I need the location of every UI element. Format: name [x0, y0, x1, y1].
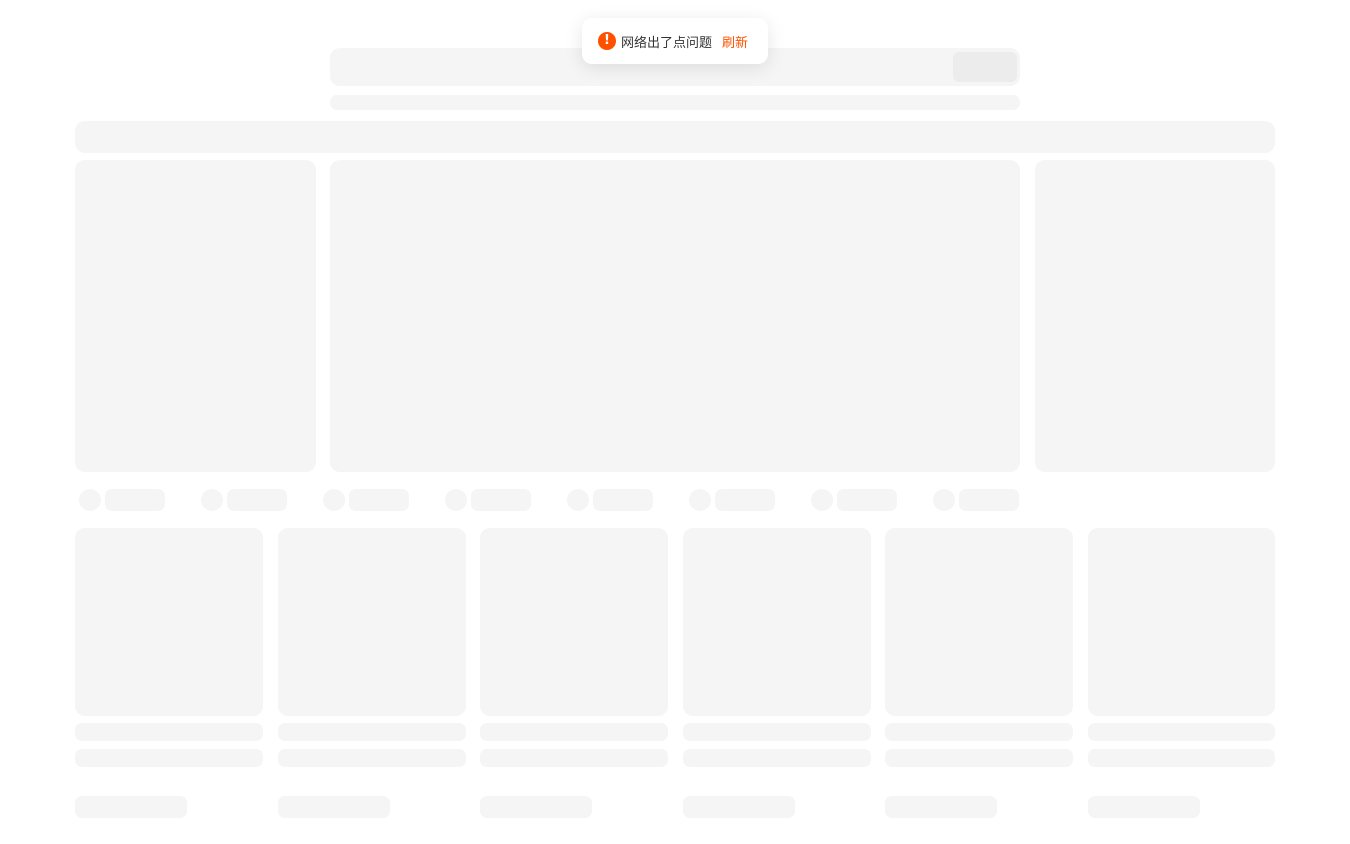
- product-image-skeleton: [278, 528, 466, 716]
- chip-icon-skeleton: [811, 489, 833, 511]
- product-image-skeleton: [885, 528, 1073, 716]
- chip-label-skeleton: [349, 489, 409, 511]
- category-panel-skeleton: [75, 160, 316, 472]
- user-panel-skeleton: [1035, 160, 1275, 472]
- page: ! 网络出了点问题 刷新: [0, 0, 1350, 844]
- product-title-skeleton: [683, 723, 871, 741]
- product-subtitle-skeleton: [1088, 749, 1275, 767]
- chip-label-skeleton: [105, 489, 165, 511]
- product-image-skeleton: [75, 528, 263, 716]
- chip-label-skeleton: [959, 489, 1019, 511]
- product-price-skeleton: [278, 796, 390, 818]
- chip-icon-skeleton: [445, 489, 467, 511]
- toast-message: 网络出了点问题: [621, 35, 713, 51]
- chip-label-skeleton: [593, 489, 653, 511]
- product-image-skeleton: [683, 528, 871, 716]
- chip-icon-skeleton: [933, 489, 955, 511]
- exclamation-icon: !: [598, 32, 616, 50]
- refresh-button[interactable]: 刷新: [722, 32, 748, 51]
- product-subtitle-skeleton: [480, 749, 668, 767]
- banner-skeleton: [330, 160, 1020, 472]
- product-price-skeleton: [1088, 796, 1200, 818]
- chip-icon-skeleton: [323, 489, 345, 511]
- product-price-skeleton: [480, 796, 592, 818]
- product-subtitle-skeleton: [75, 749, 263, 767]
- chip-icon-skeleton: [79, 489, 101, 511]
- chip-label-skeleton: [837, 489, 897, 511]
- product-title-skeleton: [480, 723, 668, 741]
- product-subtitle-skeleton: [683, 749, 871, 767]
- product-price-skeleton: [885, 796, 997, 818]
- product-title-skeleton: [75, 723, 263, 741]
- product-subtitle-skeleton: [885, 749, 1073, 767]
- chip-label-skeleton: [715, 489, 775, 511]
- chip-icon-skeleton: [201, 489, 223, 511]
- product-subtitle-skeleton: [278, 749, 466, 767]
- product-image-skeleton: [480, 528, 668, 716]
- chip-label-skeleton: [227, 489, 287, 511]
- chip-icon-skeleton: [689, 489, 711, 511]
- hot-words-skeleton: [330, 95, 1020, 110]
- product-price-skeleton: [683, 796, 795, 818]
- search-button-skeleton: [953, 52, 1017, 82]
- product-price-skeleton: [75, 796, 187, 818]
- network-error-toast: ! 网络出了点问题 刷新: [582, 18, 768, 64]
- nav-bar-skeleton: [75, 121, 1275, 153]
- product-title-skeleton: [1088, 723, 1275, 741]
- product-title-skeleton: [885, 723, 1073, 741]
- chip-icon-skeleton: [567, 489, 589, 511]
- chip-label-skeleton: [471, 489, 531, 511]
- product-image-skeleton: [1088, 528, 1275, 716]
- product-title-skeleton: [278, 723, 466, 741]
